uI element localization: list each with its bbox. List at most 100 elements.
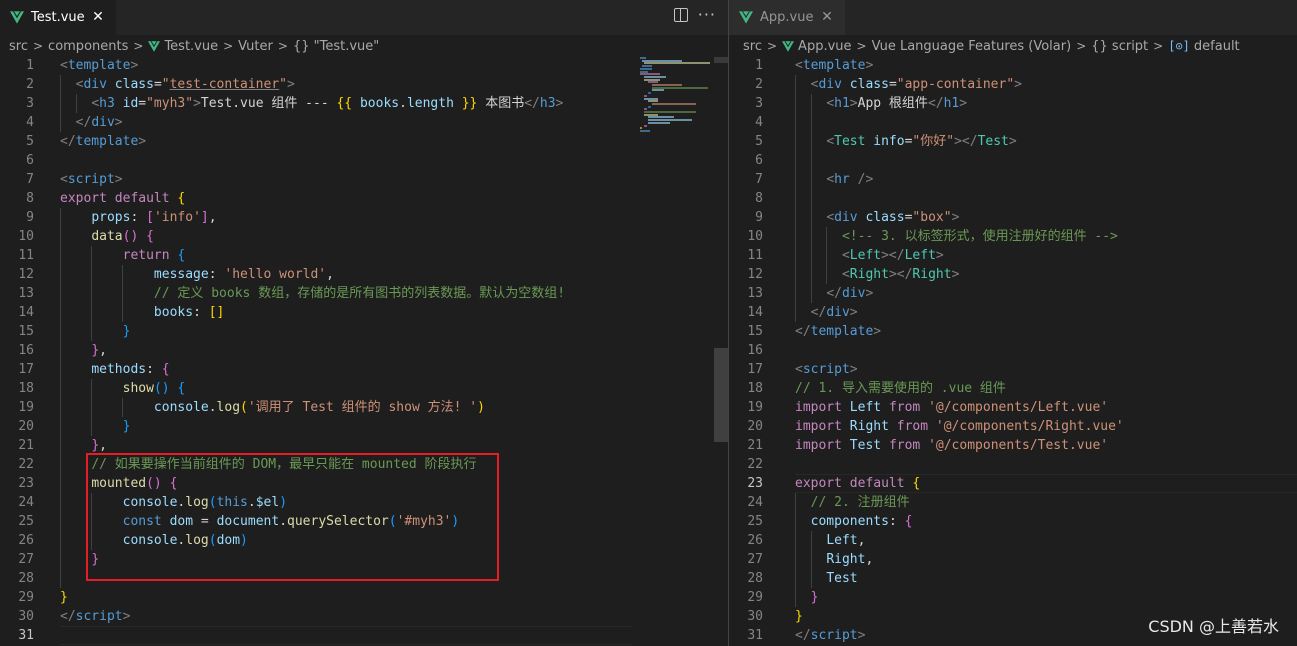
breadcrumb-item-components[interactable]: components	[48, 39, 128, 54]
line-number: 11	[747, 248, 763, 263]
code-line[interactable]: 10 <!-- 3. 以标签形式，使用注册好的组件 -->	[729, 227, 1297, 246]
split-editor-icon[interactable]	[673, 8, 688, 22]
code-line[interactable]: 19 console.log('调用了 Test 组件的 show 方法! ')	[0, 398, 728, 417]
breadcrumb-item-file[interactable]: App.vue	[782, 39, 852, 54]
code-line[interactable]: 2 <div class="test-container">	[0, 75, 728, 94]
code-line[interactable]: 3 <h1>App 根组件</h1>	[729, 94, 1297, 113]
code-line[interactable]: 24 // 2. 注册组件	[729, 493, 1297, 512]
code-line[interactable]: 30 </script>	[0, 607, 728, 626]
code-line[interactable]: 26 Left,	[729, 531, 1297, 550]
code-line[interactable]: 7 <hr />	[729, 170, 1297, 189]
code-line[interactable]: 3 <h3 id="myh3">Test.vue 组件 --- {{ books…	[0, 94, 728, 113]
code-line[interactable]: 26 console.log(dom)	[0, 531, 728, 550]
code-text: <h3 id="myh3">Test.vue 组件 --- {{ books.l…	[60, 94, 563, 113]
code-line[interactable]: 10 data() {	[0, 227, 728, 246]
code-token: length	[406, 96, 454, 111]
code-line[interactable]: 16	[729, 341, 1297, 360]
code-line[interactable]: 28 Test	[729, 569, 1297, 588]
code-line[interactable]: 21 import Test from '@/components/Test.vu…	[729, 436, 1297, 455]
code-token: import	[795, 419, 842, 434]
breadcrumb-item-script[interactable]: {} script	[1091, 39, 1148, 54]
code-line[interactable]: 19 import Left from '@/components/Left.vu…	[729, 398, 1297, 417]
code-line[interactable]: 14 </div>	[729, 303, 1297, 322]
tab-app-vue[interactable]: App.vue ✕	[729, 0, 845, 35]
breadcrumb-item-default[interactable]: [⊙] default	[1168, 39, 1239, 54]
code-token: // 定义 books 数组，存储的是所有图书的列表数据。默认为空数组!	[153, 286, 566, 301]
code-line[interactable]: 27 Right,	[729, 550, 1297, 569]
code-line[interactable]: 11 return {	[0, 246, 728, 265]
minimap-row	[652, 84, 682, 86]
minimap-row	[640, 67, 652, 70]
more-actions-icon[interactable]: ···	[698, 7, 716, 23]
code-line[interactable]: 25 components: {	[729, 512, 1297, 531]
breadcrumb-item-src[interactable]: src	[9, 39, 28, 54]
code-line[interactable]: 4 </div>	[0, 113, 728, 132]
minimap[interactable]	[638, 57, 714, 137]
code-editor-right[interactable]: 1 <template> 2 <div class="app-container">…	[729, 55, 1297, 646]
code-line[interactable]: 25 const dom = document.querySelector('#…	[0, 512, 728, 531]
code-line[interactable]: 1 <template>	[729, 56, 1297, 75]
code-token: >	[1008, 134, 1017, 149]
code-editor-left[interactable]: 1 <template> 2 <div class="test-container"…	[0, 55, 728, 646]
close-icon[interactable]: ✕	[819, 9, 835, 25]
code-line[interactable]: 8	[729, 189, 1297, 208]
code-line[interactable]: 4	[729, 113, 1297, 132]
code-line[interactable]: 13 </div>	[729, 284, 1297, 303]
breadcrumb-item-src[interactable]: src	[743, 39, 762, 54]
code-line[interactable]: 6	[729, 151, 1297, 170]
code-line[interactable]: 29}	[0, 588, 728, 607]
code-line[interactable]: 2 <div class="app-container">	[729, 75, 1297, 94]
code-line[interactable]: 22 // 如果要操作当前组件的 DOM，最早只能在 mounted 阶段执行	[0, 455, 728, 474]
code-line[interactable]: 17 methods: {	[0, 360, 728, 379]
breadcrumb-item-file[interactable]: Test.vue	[148, 39, 218, 54]
code-line[interactable]: 20 import Right from '@/components/Right.…	[729, 417, 1297, 436]
code-token: }	[91, 552, 100, 567]
code-token: :	[146, 362, 162, 377]
code-line[interactable]: 23 mounted() {	[0, 474, 728, 493]
code-line[interactable]: 13 // 定义 books 数组，存储的是所有图书的列表数据。默认为空数组!	[0, 284, 728, 303]
code-line[interactable]: 12 message: 'hello world',	[0, 265, 728, 284]
code-token: data	[91, 229, 123, 244]
breadcrumb-item-vuter[interactable]: Vuter	[238, 39, 273, 54]
code-line[interactable]: 11 <Left></Left>	[729, 246, 1297, 265]
breadcrumb-item-symbol[interactable]: {} "Test.vue"	[293, 39, 379, 54]
code-line[interactable]: 18 show() {	[0, 379, 728, 398]
breadcrumb-item-language[interactable]: Vue Language Features (Volar)	[872, 39, 1072, 54]
code-line[interactable]: 22	[729, 455, 1297, 474]
line-number: 22	[747, 457, 763, 472]
code-line[interactable]: 28	[0, 569, 728, 588]
code-line[interactable]: 20 }	[0, 417, 728, 436]
code-line[interactable]: 5 <Test info="你好"></Test>	[729, 132, 1297, 151]
code-token: Test	[834, 134, 866, 149]
code-line[interactable]: 6	[0, 151, 728, 170]
code-line[interactable]: 31	[0, 626, 728, 645]
code-line[interactable]: 24 console.log(this.$el)	[0, 493, 728, 512]
code-line[interactable]: 15 }	[0, 322, 728, 341]
code-line[interactable]: 23 export default {	[729, 474, 1297, 493]
code-line[interactable]: 29 }	[729, 588, 1297, 607]
code-line[interactable]: 7 <script>	[0, 170, 728, 189]
scrollbar-thumb[interactable]	[714, 348, 728, 442]
code-line[interactable]: 9 props: ['info'],	[0, 208, 728, 227]
code-token: >	[849, 96, 858, 111]
code-text: </div>	[795, 284, 873, 303]
chevron-right-icon: >	[856, 39, 867, 53]
code-line[interactable]: 5 </template>	[0, 132, 728, 151]
code-line[interactable]: 16 },	[0, 341, 728, 360]
code-line[interactable]: 9 <div class="box">	[729, 208, 1297, 227]
close-icon[interactable]: ✕	[90, 9, 106, 25]
code-line[interactable]: 12 <Right></Right>	[729, 265, 1297, 284]
code-line[interactable]: 27 }	[0, 550, 728, 569]
tab-test-vue[interactable]: Test.vue ✕	[0, 0, 116, 35]
code-line[interactable]: 21 },	[0, 436, 728, 455]
code-line[interactable]: 8 export default {	[0, 189, 728, 208]
code-line[interactable]: 18 // 1. 导入需要使用的 .vue 组件	[729, 379, 1297, 398]
minimap-row	[644, 97, 658, 100]
code-line[interactable]: 1 <template>	[0, 56, 728, 75]
code-line[interactable]: 14 books: []	[0, 303, 728, 322]
code-token: ,	[865, 552, 874, 567]
code-line[interactable]: 15 </template>	[729, 322, 1297, 341]
code-line[interactable]: 17 <script>	[729, 360, 1297, 379]
code-token: $el	[255, 495, 280, 510]
